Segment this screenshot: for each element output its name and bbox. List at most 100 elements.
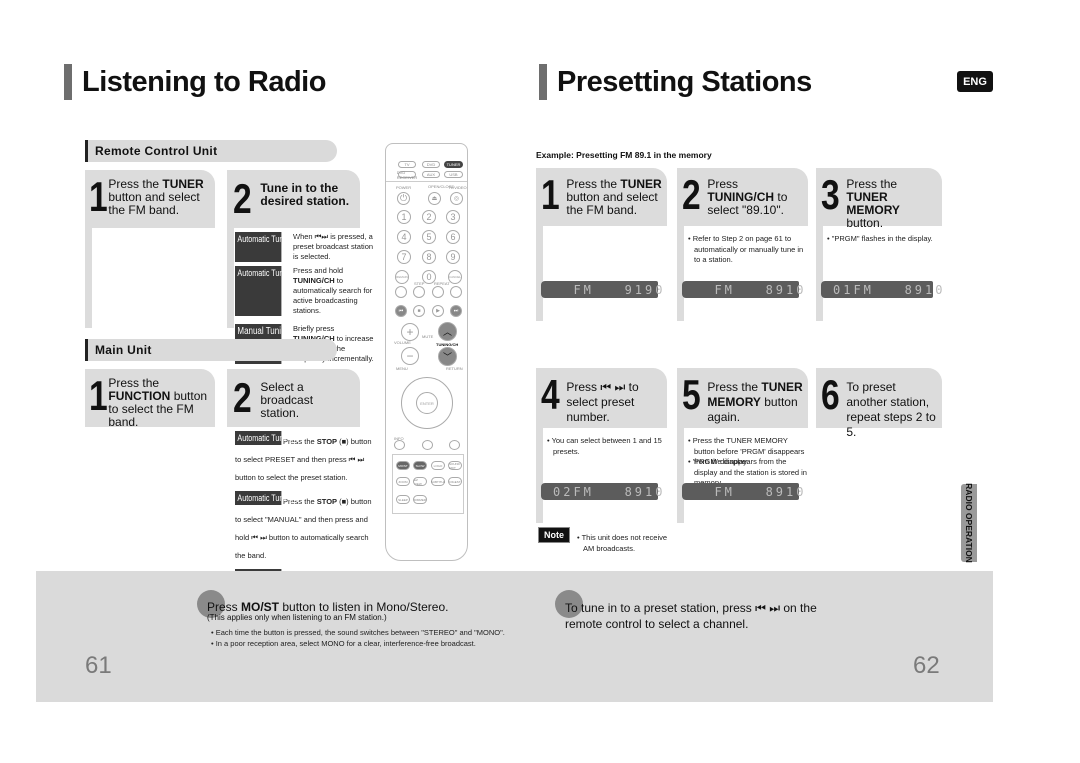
title-bar	[64, 64, 72, 100]
volume-up-icon: +	[401, 323, 419, 341]
remote-aux-button: AUX	[422, 171, 440, 178]
remote-btn	[449, 440, 460, 450]
remote-usb-button: USB	[444, 171, 463, 178]
volume-down-icon: −	[401, 347, 419, 365]
step-column-line	[677, 428, 684, 523]
tuning-tag: Automatic Tuning 1	[235, 232, 299, 262]
step-bullet: • You can select between 1 and 15 preset…	[547, 436, 662, 456]
preset-step-4: 4 Press ⏮ ⏭ to select preset number.	[536, 368, 667, 428]
remote-function-button: LOGO	[431, 461, 445, 470]
lcd-display: 01FM 8910	[821, 281, 942, 298]
step-text: Press the FUNCTION button to select the …	[108, 376, 208, 429]
example-caption: Example: Presetting FM 89.1 in the memor…	[536, 150, 712, 160]
tip-left-bullet: • Each time the button is pressed, the s…	[211, 628, 505, 637]
step-number: 2	[233, 175, 252, 222]
digit-button: 4	[397, 230, 411, 244]
tv-video-icon: ◎	[450, 192, 463, 205]
preset-step-6: 6 To preset another station, repeat steps…	[816, 368, 942, 439]
skip-back-icon: ⏮	[395, 305, 407, 317]
digit-button: 8	[422, 250, 436, 264]
tip-left-bullet: • In a poor reception area, select MONO …	[211, 639, 476, 648]
step-text: Press the TUNER MEMORY button.	[846, 177, 900, 230]
tuning-text: Press the STOP (■) button to select "MAN…	[235, 497, 372, 560]
title-text: Listening to Radio	[82, 65, 326, 98]
tuning-label: TUNING/CH	[436, 342, 459, 347]
preset-step-3: 3 Press the TUNER MEMORY button.	[816, 168, 942, 230]
remote-cancel-button: CANCEL	[448, 270, 462, 284]
remote-control-illustration: TV DVD TUNER DVD RECEIVER AUX USB POWER …	[385, 143, 468, 561]
section-header-remote: Remote Control Unit	[85, 140, 337, 162]
step-number: 2	[233, 374, 252, 421]
remote-function-button: ZOOM	[396, 477, 410, 486]
tip-right-text: To tune in to a preset station, press ⏮ …	[565, 601, 817, 631]
section-header-main: Main Unit	[85, 339, 337, 361]
step-text: To preset another station, repeat steps …	[846, 380, 936, 439]
step-column-line	[816, 226, 823, 321]
step-number: 6	[821, 371, 840, 418]
note-text: • This unit does not receive AM broadcas…	[577, 533, 668, 553]
mute-label: MUTE	[422, 334, 434, 339]
digit-button: 1	[397, 210, 411, 224]
play-pause-icon: ▶	[432, 305, 444, 317]
step-column-line	[227, 228, 234, 328]
tuning-tag: Automatic Tuning 1	[235, 431, 299, 445]
preset-step-1: 1 Press the TUNER button and select the F…	[536, 168, 667, 226]
digit-button: 9	[446, 250, 460, 264]
remote-step-2: 2 Tune in to the desired station.	[227, 170, 360, 228]
lcd-display: FM 9190	[541, 281, 662, 298]
remote-function-button: SLOW	[413, 461, 427, 470]
remote-btn	[450, 286, 462, 298]
tuning-item: Automatic Tuning 2 Press and hold TUNING…	[235, 266, 375, 316]
step-text: Press the TUNER button and select the FM…	[566, 177, 662, 217]
dpad-icon: ENTER	[401, 377, 453, 429]
remote-function-button: SUBTITLE	[431, 477, 445, 486]
remote-tuner-button: TUNER	[444, 161, 463, 168]
volume-label: VOLUME	[394, 340, 411, 345]
tuning-down-icon: ﹀	[438, 347, 457, 366]
remote-receiver-button: DVD RECEIVER	[396, 169, 418, 180]
remote-btn	[413, 286, 425, 298]
step-bullet: • Refer to Step 2 on page 61 to automati…	[688, 234, 804, 264]
page-number-left: 61	[85, 652, 112, 679]
step-text: Press ⏮ ⏭ to select preset number.	[566, 380, 639, 424]
remote-bottom-panel: MO/ST SLOW LOGO SOUND EDIT ZOOM EZ VIEW SUBTIT…	[392, 454, 464, 514]
digit-button: 5	[422, 230, 436, 244]
digit-button: 6	[446, 230, 460, 244]
tuning-item: Automatic Tuning 1 Press the STOP (■) bu…	[235, 431, 375, 485]
tv-video-label: TV/VIDEO	[448, 185, 467, 190]
lcd-display: FM 8910	[682, 483, 803, 500]
digit-button: 7	[397, 250, 411, 264]
skip-forward-icon: ⏭	[450, 305, 462, 317]
tip-left-sub: (This applies only when listening to an …	[207, 613, 387, 622]
remote-btn	[432, 286, 444, 298]
lcd-display: FM 8910	[682, 281, 803, 298]
step-column-line	[677, 226, 684, 321]
page-number-right: 62	[913, 652, 940, 679]
page-title-right: Presetting Stations	[539, 64, 812, 100]
tuning-text: When ⏮⏭ is pressed, a preset broadcast s…	[293, 232, 374, 261]
power-icon: ⏻	[397, 192, 410, 205]
remote-function-button: DIMMER	[413, 495, 427, 504]
eject-icon: ⏏	[428, 192, 441, 205]
remote-function-button: SOUND EDIT	[448, 461, 462, 470]
tuning-text: Press and hold TUNING/CH to automaticall…	[293, 266, 373, 315]
step-bullet: • "PRGM" flashes in the display.	[827, 234, 933, 243]
remote-step-1: 1 Press the TUNER button and select the …	[85, 170, 215, 228]
title-bar	[539, 64, 547, 100]
section-side-tab: RADIO OPERATION	[961, 483, 977, 563]
digit-button: 2	[422, 210, 436, 224]
preset-step-2: 2 Press TUNING/CH to select "89.10".	[677, 168, 808, 226]
step-number: 5	[682, 371, 701, 418]
tuning-tag: Automatic Tuning 2	[235, 491, 299, 505]
remote-function-button: SLEEP	[396, 495, 410, 504]
remote-remain-button: REMAIN	[395, 270, 409, 284]
remote-function-button: EZ VIEW	[413, 477, 427, 486]
step-column-line	[536, 428, 543, 523]
step-text: Press the TUNER button and select the FM…	[108, 177, 204, 217]
tuning-up-icon: ︿	[438, 322, 457, 341]
step-number: 2	[682, 171, 701, 218]
step-text: Select a broadcast station.	[260, 380, 314, 420]
tuning-tag: Automatic Tuning 2	[235, 266, 299, 316]
step-number: 1	[89, 372, 108, 419]
step-text: Tune in to the desired station.	[260, 181, 350, 208]
